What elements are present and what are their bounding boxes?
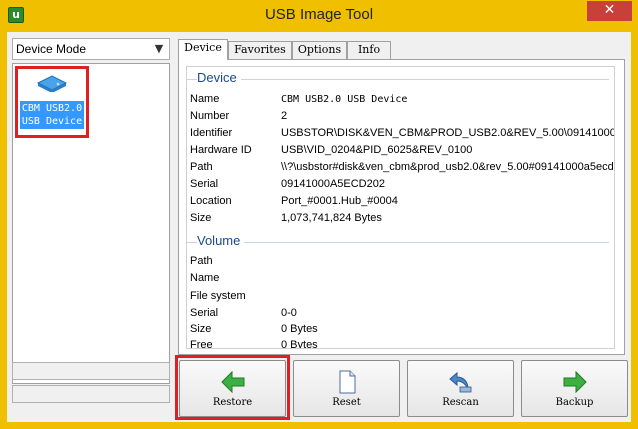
tab-panel-device: Device Name CBM USB2.0 USB Device Number… — [178, 59, 625, 355]
row-value: 0-0 — [281, 307, 297, 319]
document-icon — [339, 370, 356, 394]
volume-section-title: Volume — [197, 233, 245, 248]
window-title: USB Image Tool — [264, 6, 374, 23]
mode-select[interactable]: Device Mode ▼ — [12, 38, 170, 60]
device-label-line1: CBM USB2.0 — [21, 103, 83, 114]
rescan-button[interactable]: Rescan — [407, 360, 514, 417]
row-label: Name — [190, 93, 220, 105]
mode-select-value: Device Mode — [16, 42, 87, 56]
tab-favorites[interactable]: Favorites — [228, 41, 292, 59]
row-value: 1,073,741,824 Bytes — [281, 212, 382, 224]
volume-section-line — [187, 242, 609, 243]
app-window: u USB Image Tool ✕ Device Mode ▼ CBM USB… — [0, 0, 638, 429]
row-label: Free — [190, 339, 213, 349]
row-value: 0 Bytes — [281, 323, 318, 335]
usb-drive-icon — [36, 75, 68, 92]
tab-device[interactable]: Device — [178, 39, 228, 60]
row-label: File system — [190, 290, 246, 302]
rescan-label: Rescan — [442, 397, 479, 408]
row-value: USB\VID_0204&PID_6025&REV_0100 — [281, 144, 473, 156]
arrow-right-icon — [563, 370, 587, 394]
row-value: 2 — [281, 110, 288, 122]
row-label: Serial — [190, 178, 219, 190]
tab-info[interactable]: Info — [347, 41, 391, 59]
reset-label: Reset — [332, 397, 361, 408]
title-bar[interactable]: u USB Image Tool ✕ — [0, 0, 638, 32]
row-label: Serial — [190, 307, 219, 319]
row-label: Path — [190, 255, 213, 267]
row-label: Size — [190, 212, 212, 224]
backup-label: Backup — [555, 397, 594, 408]
client-area: Device Mode ▼ CBM USB2.0 USB Device Devi… — [7, 32, 631, 422]
status-box-2 — [12, 385, 170, 403]
reset-button[interactable]: Reset — [293, 360, 400, 417]
arrow-left-icon — [221, 370, 245, 394]
device-item-label: CBM USB2.0 USB Device — [20, 101, 84, 129]
row-label: Identifier — [190, 127, 233, 139]
status-box-1 — [12, 362, 170, 380]
row-label: Hardware ID — [190, 144, 252, 156]
device-section-line — [187, 79, 609, 80]
row-value: CBM USB2.0 USB Device — [281, 94, 408, 105]
row-value: \\?\usbstor#disk&ven_cbm&prod_usb2.0&rev… — [281, 161, 615, 173]
backup-button[interactable]: Backup — [521, 360, 628, 417]
row-value: 0 Bytes — [281, 339, 318, 349]
device-info-view[interactable]: Device Name CBM USB2.0 USB Device Number… — [186, 66, 615, 349]
restore-button[interactable]: Restore — [179, 360, 286, 417]
device-item-cbm-usb[interactable]: CBM USB2.0 USB Device — [15, 66, 89, 138]
chevron-down-icon[interactable]: ▼ — [152, 39, 166, 59]
row-label: Name — [190, 272, 220, 284]
tab-options[interactable]: Options — [292, 41, 347, 59]
close-button[interactable]: ✕ — [587, 1, 632, 21]
row-label: Size — [190, 323, 212, 335]
device-section-title: Device — [197, 70, 241, 85]
row-label: Path — [190, 161, 213, 173]
row-value: 09141000A5ECD202 — [281, 178, 385, 190]
device-label-line2: USB Device — [21, 116, 83, 127]
row-value: Port_#0001.Hub_#0004 — [281, 195, 398, 207]
restore-label: Restore — [212, 397, 253, 408]
device-list[interactable]: CBM USB2.0 USB Device — [12, 63, 170, 384]
refresh-arrow-icon — [449, 371, 472, 393]
row-label: Location — [190, 195, 232, 207]
row-label: Number — [190, 110, 230, 122]
row-value: USBSTOR\DISK&VEN_CBM&PROD_USB2.0&REV_5.0… — [281, 127, 615, 139]
